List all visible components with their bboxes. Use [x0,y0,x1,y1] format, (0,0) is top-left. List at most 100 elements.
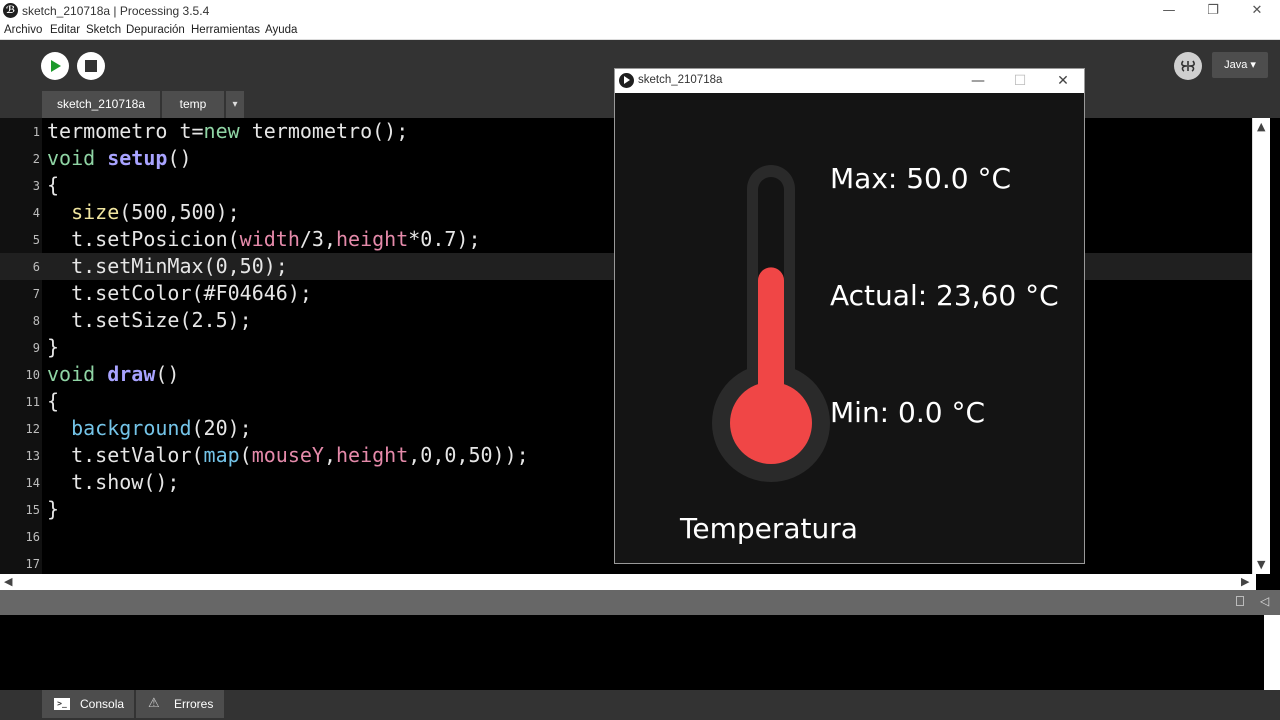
code-token: termometro(); [239,119,409,143]
tab-consola[interactable]: >_ Consola [42,690,134,718]
play-icon [51,60,61,72]
minimize-button[interactable]: — [1146,0,1192,21]
editor-vertical-scrollbar[interactable]: ▲ ▼ [1252,118,1270,574]
tab-menu-button[interactable]: ▾ [226,91,244,118]
code-text: t.setPosicion(width/3,height*0.7); [47,226,480,253]
tab-sketch[interactable]: sketch_210718a [42,91,160,118]
scroll-right-icon[interactable]: ▶ [1241,575,1249,588]
console-output[interactable] [0,615,1264,690]
code-token: size [71,200,120,224]
menu-sketch[interactable]: Sketch [86,24,121,36]
menu-herramientas[interactable]: Herramientas [191,24,260,36]
line-number: 3 [32,179,40,193]
line-number: 17 [25,557,40,571]
code-text: size(500,500); [47,199,240,226]
code-token: { [47,389,60,413]
terminal-icon: >_ [54,698,70,710]
code-token: background [71,416,192,440]
code-token: termometro t= [47,119,204,143]
code-token: setup [107,146,168,170]
processing-logo-icon: ℬ [3,3,18,18]
code-token: ( [239,443,252,467]
scroll-down-icon[interactable]: ▼ [1257,558,1265,571]
code-token: t.show(); [47,470,180,494]
code-token: width [239,227,300,251]
code-text: t.setSize(2.5); [47,307,252,334]
menu-editar[interactable]: Editar [50,24,80,36]
menu-bar: Archivo Editar Sketch Depuración Herrami… [0,21,1280,40]
thermometer-bulb-fill [730,382,812,464]
debugger-button[interactable] [1174,52,1202,80]
code-text: { [47,388,59,415]
console-footer: >_ Consola ⚠ Errores [0,690,1280,720]
run-button[interactable] [41,52,69,80]
maximize-button[interactable]: ❐ [1190,0,1236,21]
copy-icon[interactable] [1236,596,1244,606]
temperature-caption: Temperatura [680,512,858,545]
code-text: t.show(); [47,469,179,496]
code-token: (20); [191,416,252,440]
scroll-up-icon[interactable]: ▲ [1257,120,1265,133]
sketch-close-button[interactable]: ✕ [1043,69,1083,93]
line-number: 11 [25,395,40,409]
code-token: t.setPosicion( [47,227,240,251]
collapse-icon[interactable]: ◁ [1260,594,1269,608]
close-button[interactable]: ✕ [1234,0,1280,21]
stop-button[interactable] [77,52,105,80]
tab-temp[interactable]: temp [162,91,224,118]
line-number: 5 [32,233,40,247]
code-text: t.setMinMax(0,50); [47,253,288,280]
code-token: (500,500); [119,200,240,224]
code-token: void [47,146,96,170]
scroll-left-icon[interactable]: ◀ [4,575,12,588]
code-text: } [47,334,59,361]
menu-ayuda[interactable]: Ayuda [265,24,297,36]
console-scrollbar[interactable] [1264,615,1280,690]
sketch-maximize-button[interactable]: ☐ [1000,69,1040,93]
tab-errores[interactable]: ⚠ Errores [136,690,224,718]
line-number: 2 [32,152,40,166]
max-label: Max: 50.0 °C [830,162,1012,195]
title-bar: ℬ sketch_210718a | Processing 3.5.4 — ❐ … [0,0,1280,21]
line-number: 7 [32,287,40,301]
sketch-window-title: sketch_210718a [638,74,723,86]
processing-play-icon [619,73,634,88]
line-number: 9 [32,341,40,355]
line-number: 4 [32,206,40,220]
code-token: () [155,362,180,386]
min-label: Min: 0.0 °C [830,396,985,429]
sketch-title-bar: sketch_210718a — ☐ ✕ [615,69,1084,93]
code-token: } [47,335,60,359]
code-text: background(20); [47,415,252,442]
menu-depuracion[interactable]: Depuración [126,24,185,36]
sketch-window[interactable]: sketch_210718a — ☐ ✕ Max: 50.0 °C Actual… [614,68,1085,564]
line-number: 1 [32,125,40,139]
code-token: , [323,443,337,467]
code-token: { [47,173,60,197]
code-token: new [203,119,240,143]
menu-archivo[interactable]: Archivo [4,24,42,36]
line-number: 16 [25,530,40,544]
tab-consola-label: Consola [80,697,125,711]
thermometer [712,165,830,482]
console-header: ◁ [0,590,1280,615]
mode-selector[interactable]: Java ▾ [1212,52,1268,78]
code-token: } [47,497,60,521]
code-token: () [167,146,192,170]
editor-horizontal-scrollbar[interactable]: ◀ ▶ [0,574,1256,590]
code-token: t.setValor( [47,443,204,467]
code-token: height [336,227,409,251]
code-token: t.setSize(2.5); [47,308,252,332]
sketch-minimize-button[interactable]: — [958,69,998,93]
code-text: t.setValor(map(mouseY,height,0,0,50)); [47,442,529,469]
code-token: void [47,362,96,386]
line-number: 13 [25,449,40,463]
code-token: height [336,443,409,467]
code-token: ,0,0,50)); [408,443,529,467]
tab-errores-label: Errores [174,697,214,711]
stop-icon [85,60,97,72]
line-number: 8 [32,314,40,328]
line-number: 14 [25,476,40,490]
